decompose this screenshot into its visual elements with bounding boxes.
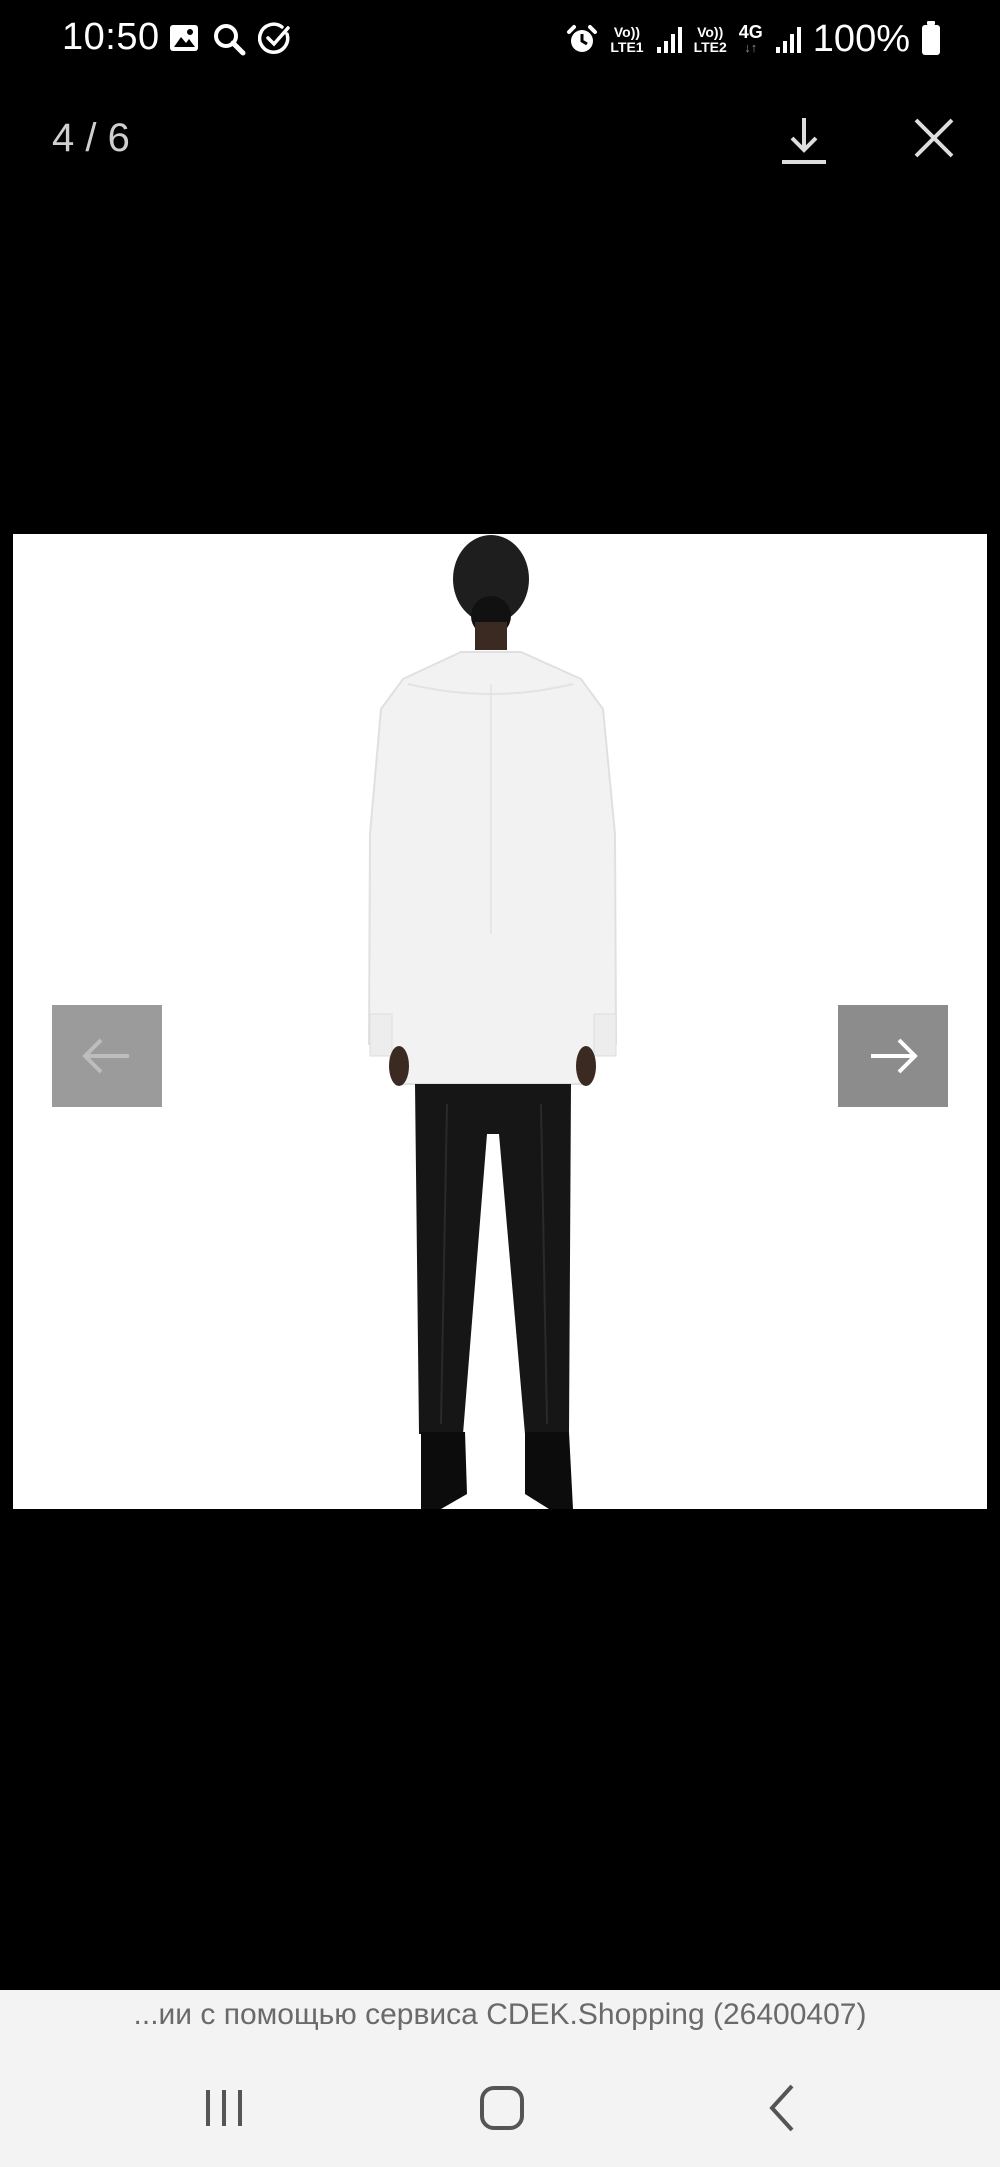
signal-icon — [656, 26, 682, 53]
network-type: 4G ↓↑ — [738, 21, 763, 55]
sim1-volte-label: Vo)) — [613, 23, 641, 40]
caption-text: ...ии с помощью сервиса CDEK.Shopping (2… — [0, 1990, 1000, 2040]
search-icon — [214, 24, 246, 56]
sim2-label: Vo)) LTE2 — [693, 23, 727, 55]
battery-percent: 100% — [812, 18, 910, 60]
close-icon — [914, 118, 954, 158]
battery-icon — [922, 20, 940, 55]
close-button[interactable] — [908, 112, 960, 164]
recents-icon — [206, 2090, 242, 2126]
network-label: 4G — [738, 21, 763, 42]
image-counter: 4 / 6 — [52, 116, 130, 160]
sim2-volte-label: Vo)) — [697, 23, 724, 40]
download-icon — [782, 118, 826, 164]
back-button[interactable] — [754, 2078, 814, 2138]
sim1-label: Vo)) LTE1 — [610, 23, 644, 55]
arrow-left-icon — [82, 1038, 129, 1074]
check-circle-icon — [258, 22, 290, 54]
back-icon — [769, 2084, 794, 2132]
system-navigation-bar — [0, 2040, 1000, 2167]
notification-icons — [168, 22, 292, 56]
status-right: Vo)) LTE1 Vo)) LTE2 4G ↓↑ 100% — [566, 18, 940, 61]
alarm-icon — [567, 24, 598, 52]
image-icon — [170, 25, 198, 51]
previous-image-button[interactable] — [52, 1005, 162, 1107]
next-image-button[interactable] — [838, 1005, 948, 1107]
home-icon — [480, 2086, 524, 2130]
download-button[interactable] — [776, 108, 832, 170]
sim2-lte-label: LTE2 — [693, 38, 727, 55]
status-time: 10:50 — [62, 16, 160, 58]
signal-icon — [775, 26, 801, 53]
status-bar: 10:50 Vo)) LTE1 Vo)) LTE2 4G ↓↑ 100% — [0, 0, 1000, 80]
home-button[interactable] — [472, 2078, 532, 2138]
recents-button[interactable] — [194, 2078, 254, 2138]
arrow-right-icon — [871, 1038, 918, 1074]
sim1-lte-label: LTE1 — [610, 38, 644, 55]
viewer-header: 4 / 6 — [0, 100, 1000, 190]
